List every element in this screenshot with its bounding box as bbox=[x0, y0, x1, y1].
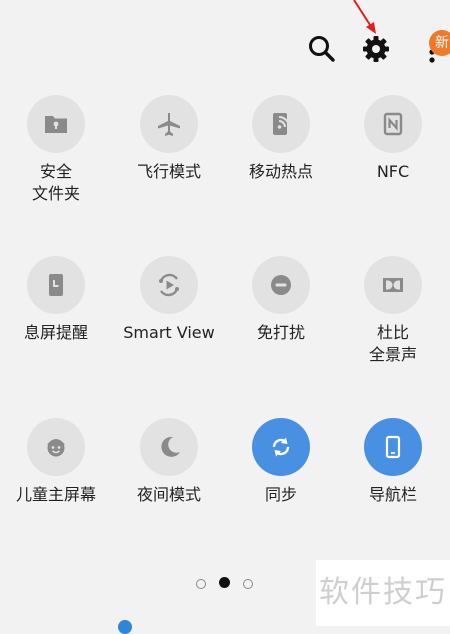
page-indicator[interactable] bbox=[194, 576, 258, 592]
tile-label: Smart View bbox=[123, 323, 215, 342]
smart-view-icon bbox=[140, 256, 198, 314]
tile-airplane-mode[interactable]: 飞行模式 bbox=[113, 95, 225, 183]
tile-label: 免打扰 bbox=[256, 323, 305, 342]
tile-label: 同步 bbox=[264, 485, 297, 504]
new-badge: 新 bbox=[429, 30, 450, 56]
bottom-app-icon bbox=[118, 620, 132, 634]
tile-label: 夜间模式 bbox=[136, 485, 201, 504]
hotspot-icon bbox=[252, 95, 310, 153]
airplane-icon bbox=[140, 95, 198, 153]
page-dot-active bbox=[219, 577, 230, 588]
navigation-bar-icon bbox=[364, 418, 422, 476]
do-not-disturb-icon bbox=[252, 256, 310, 314]
tile-secure-folder[interactable]: 安全 文件夹 bbox=[0, 95, 112, 205]
kids-home-icon bbox=[27, 418, 85, 476]
tile-night-mode[interactable]: 夜间模式 bbox=[113, 418, 225, 506]
quick-panel-header: 新 bbox=[0, 0, 450, 90]
page-dot bbox=[196, 579, 206, 589]
tile-nfc[interactable]: NFC bbox=[337, 95, 449, 183]
search-icon[interactable] bbox=[306, 33, 338, 65]
tile-dolby-atmos[interactable]: 杜比 全景声 bbox=[337, 256, 449, 366]
tile-screen-reminder[interactable]: 息屏提醒 bbox=[0, 256, 112, 344]
sync-icon bbox=[252, 418, 310, 476]
nfc-icon bbox=[364, 95, 422, 153]
tile-label: 儿童主屏幕 bbox=[15, 485, 96, 504]
screen-reminder-icon bbox=[27, 256, 85, 314]
page-dot bbox=[243, 579, 253, 589]
tile-label: 息屏提醒 bbox=[23, 323, 88, 342]
tile-label: 导航栏 bbox=[368, 485, 417, 504]
watermark: 软件技巧 bbox=[316, 560, 450, 626]
secure-folder-icon bbox=[27, 95, 85, 153]
tile-kids-home[interactable]: 儿童主屏幕 bbox=[0, 418, 112, 506]
tile-label: 安全 文件夹 bbox=[31, 162, 80, 203]
tile-smart-view[interactable]: Smart View bbox=[113, 256, 225, 344]
dolby-icon bbox=[364, 256, 422, 314]
tile-navigation-bar[interactable]: 导航栏 bbox=[337, 418, 449, 506]
tile-label: NFC bbox=[376, 162, 410, 181]
tile-label: 杜比 全景声 bbox=[368, 323, 417, 364]
tile-do-not-disturb[interactable]: 免打扰 bbox=[225, 256, 337, 344]
night-mode-icon bbox=[140, 418, 198, 476]
gear-icon[interactable] bbox=[360, 33, 392, 65]
tile-label: 移动热点 bbox=[248, 162, 313, 181]
tile-sync[interactable]: 同步 bbox=[225, 418, 337, 506]
annotation-arrow bbox=[353, 0, 376, 34]
tile-label: 飞行模式 bbox=[136, 162, 201, 181]
tile-mobile-hotspot[interactable]: 移动热点 bbox=[225, 95, 337, 183]
